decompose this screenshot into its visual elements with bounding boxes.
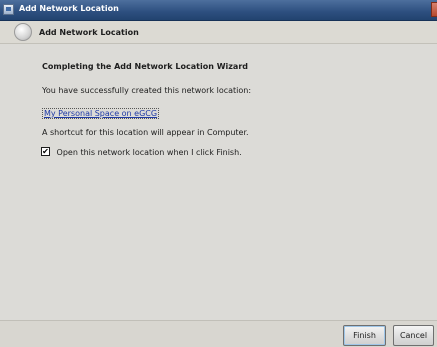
open-location-checkbox-label: Open this network location when I click … [56,148,242,157]
window-title: Add Network Location [19,4,119,13]
completion-heading: Completing the Add Network Location Wiza… [42,62,248,71]
window-titlebar[interactable]: Add Network Location [0,0,437,21]
success-message: You have successfully created this netwo… [42,86,252,95]
finish-button[interactable]: Finish [343,325,386,346]
wizard-footer: Finish Cancel [0,320,437,347]
network-location-icon [3,4,14,15]
wizard-header: Add Network Location [0,21,437,44]
add-network-location-window: Add Network Location Add Network Locatio… [0,0,437,347]
shortcut-message: A shortcut for this location will appear… [42,128,249,137]
wizard-title: Add Network Location [39,28,139,37]
network-location-link[interactable]: My Personal Space on eGCG [42,108,160,119]
wizard-content: Completing the Add Network Location Wiza… [0,44,437,320]
close-icon[interactable] [431,2,437,17]
open-location-checkbox[interactable]: ✔ [41,147,50,156]
open-location-checkbox-row[interactable]: ✔ Open this network location when I clic… [41,147,242,157]
back-button[interactable] [14,23,32,41]
cancel-button[interactable]: Cancel [393,325,434,346]
